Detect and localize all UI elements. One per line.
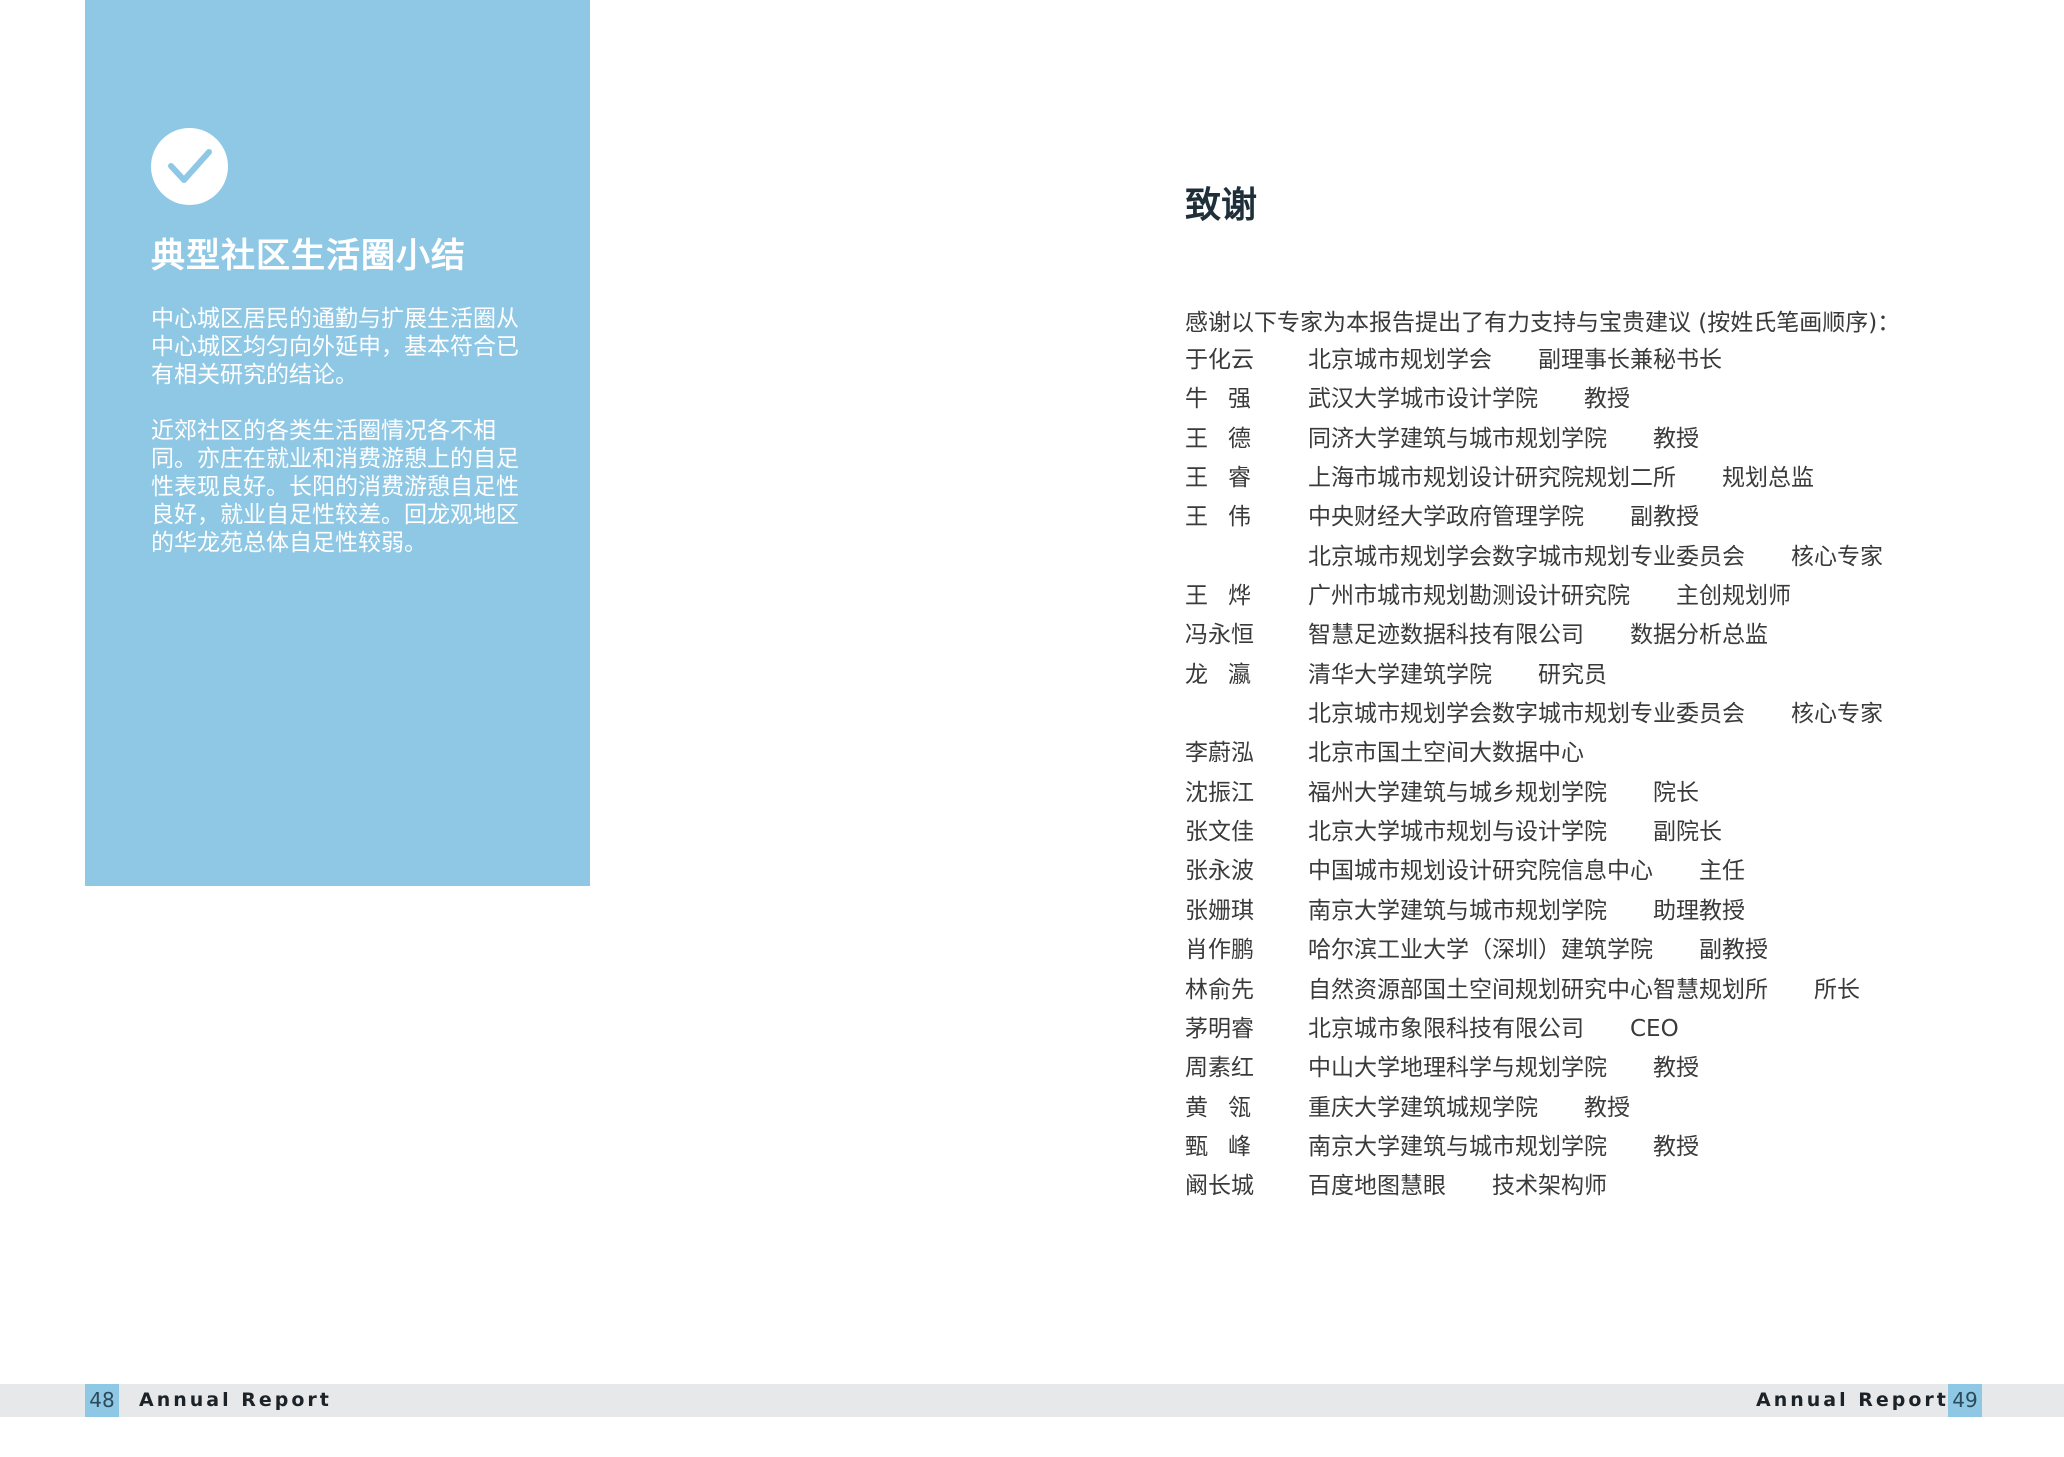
expert-name: 肖作鹏	[1185, 937, 1254, 964]
expert-organization: 广州市城市规划勘测设计研究院	[1308, 583, 1630, 610]
acknowledgement-row: 北京城市规划学会数字城市规划专业委员会 核心专家	[1185, 695, 2025, 734]
expert-organization: 北京城市象限科技有限公司	[1308, 1015, 1584, 1042]
expert-name: 阚长城	[1185, 1173, 1254, 1200]
expert-role: 技术架构师	[1492, 1173, 1607, 1200]
acknowledgement-row: 冯永恒 智慧足迹数据科技有限公司 数据分析总监	[1185, 616, 2025, 655]
expert-role: 主创规划师	[1676, 583, 1791, 610]
expert-name: 黄瓴	[1185, 1094, 1271, 1121]
expert-role: 核心专家	[1791, 543, 1883, 570]
acknowledgement-row: 王伟 中央财经大学政府管理学院 副教授	[1185, 498, 2025, 537]
expert-role: 助理教授	[1653, 897, 1745, 924]
check-circle-icon	[151, 128, 228, 205]
expert-organization: 中山大学地理科学与规划学院	[1308, 1055, 1607, 1082]
expert-name: 张姗琪	[1185, 897, 1254, 924]
acknowledgement-row: 黄瓴 重庆大学建筑城规学院 教授	[1185, 1089, 2025, 1128]
acknowledgement-row: 张永波 中国城市规划设计研究院信息中心 主任	[1185, 852, 2025, 891]
expert-organization: 重庆大学建筑城规学院	[1308, 1094, 1538, 1121]
expert-role: CEO	[1630, 1015, 1679, 1042]
expert-organization: 自然资源部国土空间规划研究中心智慧规划所	[1308, 976, 1768, 1003]
expert-role: 副院长	[1653, 819, 1722, 846]
expert-role: 教授	[1653, 425, 1699, 452]
expert-organization: 北京城市规划学会数字城市规划专业委员会	[1308, 701, 1745, 728]
expert-role: 研究员	[1538, 661, 1607, 688]
expert-role: 主任	[1699, 858, 1745, 885]
expert-organization: 中央财经大学政府管理学院	[1308, 504, 1584, 531]
expert-role: 教授	[1653, 1055, 1699, 1082]
acknowledgement-row: 甄峰 南京大学建筑与城市规划学院 教授	[1185, 1128, 2025, 1167]
expert-organization: 北京市国土空间大数据中心	[1308, 740, 1584, 767]
expert-organization: 哈尔滨工业大学（深圳）建筑学院	[1308, 937, 1653, 964]
expert-role: 副教授	[1699, 937, 1768, 964]
expert-organization: 南京大学建筑与城市规划学院	[1308, 897, 1607, 924]
acknowledgement-row: 茅明睿 北京城市象限科技有限公司 CEO	[1185, 1010, 2025, 1049]
expert-role: 教授	[1584, 386, 1630, 413]
expert-name: 甄峰	[1185, 1133, 1271, 1160]
acknowledgement-row: 周素红 中山大学地理科学与规划学院 教授	[1185, 1049, 2025, 1088]
acknowledgement-row: 沈振江 福州大学建筑与城乡规划学院 院长	[1185, 774, 2025, 813]
acknowledgement-row: 李蔚泓 北京市国土空间大数据中心	[1185, 734, 2025, 773]
expert-name: 沈振江	[1185, 779, 1254, 806]
summary-paragraph: 中心城区居民的通勤与扩展生活圈从中心城区均匀向外延申，基本符合已有相关研究的结论…	[151, 306, 519, 388]
expert-organization: 清华大学建筑学院	[1308, 661, 1492, 688]
acknowledgement-row: 北京城市规划学会数字城市规划专业委员会 核心专家	[1185, 538, 2025, 577]
expert-organization: 福州大学建筑与城乡规划学院	[1308, 779, 1607, 806]
footer-label-right: Annual Report	[1756, 1389, 1949, 1411]
acknowledgement-row: 张文佳 北京大学城市规划与设计学院 副院长	[1185, 813, 2025, 852]
expert-name: 于化云	[1185, 347, 1254, 373]
expert-name: 冯永恒	[1185, 622, 1254, 649]
footer-label-left: Annual Report	[139, 1389, 332, 1411]
expert-organization: 智慧足迹数据科技有限公司	[1308, 622, 1584, 649]
summary-panel: 典型社区生活圈小结 中心城区居民的通勤与扩展生活圈从中心城区均匀向外延申，基本符…	[85, 0, 590, 886]
expert-role: 所长	[1814, 976, 1860, 1003]
expert-role: 教授	[1584, 1094, 1630, 1121]
expert-name: 王睿	[1185, 465, 1271, 492]
acknowledgement-row: 张姗琪 南京大学建筑与城市规划学院 助理教授	[1185, 892, 2025, 931]
expert-organization: 北京大学城市规划与设计学院	[1308, 819, 1607, 846]
expert-organization: 百度地图慧眼	[1308, 1173, 1446, 1200]
expert-role: 教授	[1653, 1133, 1699, 1160]
page-number-right: 49	[1948, 1384, 1982, 1417]
expert-name: 牛强	[1185, 386, 1271, 413]
acknowledgement-row: 王德 同济大学建筑与城市规划学院 教授	[1185, 420, 2025, 459]
acknowledgement-row: 于化云 北京城市规划学会 副理事长兼秘书长	[1185, 341, 2025, 380]
acknowledgement-row: 牛强 武汉大学城市设计学院 教授	[1185, 380, 2025, 419]
summary-paragraph: 近郊社区的各类生活圈情况各不相同。亦庄在就业和消费游憩上的自足性表现良好。长阳的…	[151, 418, 519, 556]
expert-role: 副理事长兼秘书长	[1538, 347, 1722, 373]
expert-role: 数据分析总监	[1630, 622, 1768, 649]
acknowledgement-row: 肖作鹏 哈尔滨工业大学（深圳）建筑学院 副教授	[1185, 931, 2025, 970]
acknowledgement-row: 林俞先 自然资源部国土空间规划研究中心智慧规划所 所长	[1185, 971, 2025, 1010]
expert-organization: 武汉大学城市设计学院	[1308, 386, 1538, 413]
expert-name: 林俞先	[1185, 976, 1254, 1003]
expert-role: 院长	[1653, 779, 1699, 806]
expert-name: 张永波	[1185, 858, 1254, 885]
expert-name: 王德	[1185, 425, 1271, 452]
expert-name: 李蔚泓	[1185, 740, 1254, 767]
expert-role: 副教授	[1630, 504, 1699, 531]
expert-name: 茅明睿	[1185, 1015, 1254, 1042]
acknowledgement-row: 王睿 上海市城市规划设计研究院规划二所 规划总监	[1185, 459, 2025, 498]
expert-organization: 北京城市规划学会	[1308, 347, 1492, 373]
expert-role: 核心专家	[1791, 701, 1883, 728]
acknowledgements-list: 于化云 北京城市规划学会 副理事长兼秘书长 牛强 武汉大学城市设计学院 教授 王德 同济大…	[1185, 341, 2025, 1207]
summary-title: 典型社区生活圈小结	[151, 236, 466, 276]
expert-organization: 南京大学建筑与城市规划学院	[1308, 1133, 1607, 1160]
page-number-left: 48	[85, 1384, 119, 1417]
acknowledgement-row: 龙瀛 清华大学建筑学院 研究员	[1185, 656, 2025, 695]
expert-name: 王烨	[1185, 583, 1271, 610]
acknowledgements-title: 致谢	[1185, 185, 1258, 226]
expert-organization: 上海市城市规划设计研究院规划二所	[1308, 465, 1676, 492]
expert-name: 张文佳	[1185, 819, 1254, 846]
expert-role: 规划总监	[1722, 465, 1814, 492]
expert-name: 周素红	[1185, 1055, 1254, 1082]
expert-organization: 北京城市规划学会数字城市规划专业委员会	[1308, 543, 1745, 570]
expert-name: 龙瀛	[1185, 661, 1271, 688]
acknowledgement-row: 王烨 广州市城市规划勘测设计研究院 主创规划师	[1185, 577, 2025, 616]
expert-name: 王伟	[1185, 504, 1271, 531]
acknowledgement-row: 阚长城 百度地图慧眼 技术架构师	[1185, 1167, 2025, 1206]
acknowledgements-intro: 感谢以下专家为本报告提出了有力支持与宝贵建议 (按姓氏笔画顺序)：	[1185, 310, 1901, 336]
expert-organization: 中国城市规划设计研究院信息中心	[1308, 858, 1653, 885]
expert-organization: 同济大学建筑与城市规划学院	[1308, 425, 1607, 452]
